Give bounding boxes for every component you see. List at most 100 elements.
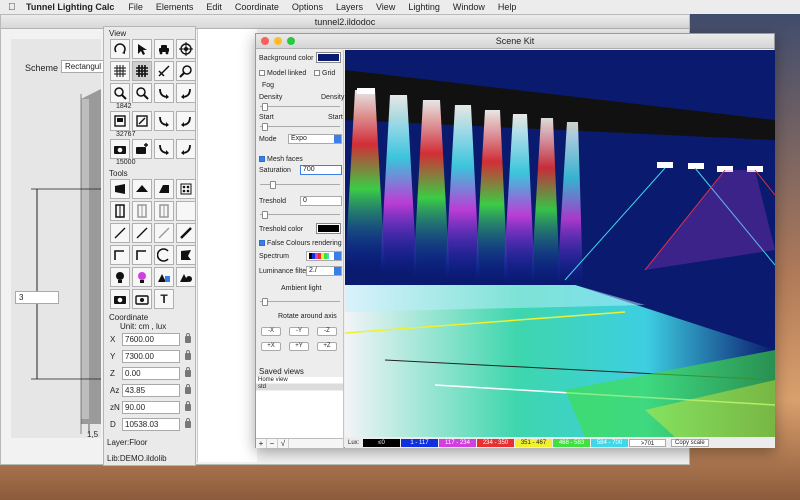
lock-icon[interactable]: [185, 418, 191, 428]
zoom-icon[interactable]: [287, 37, 295, 45]
luminaire-tool-button[interactable]: [110, 267, 130, 287]
app-name-menu[interactable]: Tunnel Lighting Calc: [26, 2, 114, 12]
section-drawing[interactable]: [11, 39, 101, 438]
treshold-color-well[interactable]: [316, 223, 341, 234]
rotate-minus-x-button[interactable]: -X: [261, 327, 281, 336]
menu-lighting[interactable]: Lighting: [408, 2, 440, 12]
blank-tool-button[interactable]: [176, 201, 196, 221]
camera-add-button[interactable]: [132, 139, 152, 159]
window-tool-button[interactable]: [132, 201, 152, 221]
camera-button[interactable]: [110, 139, 130, 159]
text-tool-button[interactable]: T: [154, 289, 174, 309]
density-slider[interactable]: [260, 103, 340, 111]
coord-field-az[interactable]: 43.85: [122, 384, 180, 397]
menu-window[interactable]: Window: [453, 2, 485, 12]
furniture-tool-button[interactable]: [176, 267, 196, 287]
luminaire-color-tool-button[interactable]: [132, 267, 152, 287]
rotate-plus-x-button[interactable]: +X: [261, 342, 281, 351]
lock-icon[interactable]: [185, 401, 191, 411]
zoom-out-button[interactable]: [132, 83, 152, 103]
menu-file[interactable]: File: [128, 2, 143, 12]
menu-view[interactable]: View: [376, 2, 395, 12]
dimension-input[interactable]: 3: [15, 291, 59, 304]
spectrum-select[interactable]: [306, 251, 342, 261]
array-tool-button[interactable]: [176, 179, 196, 199]
measure-button[interactable]: [154, 61, 174, 81]
lock-icon[interactable]: [185, 350, 191, 360]
snap-grid-button[interactable]: [132, 61, 152, 81]
rotate-view-button[interactable]: [110, 39, 130, 59]
opening-tool-button[interactable]: [154, 201, 174, 221]
minimize-icon[interactable]: [274, 37, 282, 45]
lock-icon[interactable]: [185, 367, 191, 377]
rotate-cw-button[interactable]: [154, 111, 174, 131]
redo-view-button[interactable]: [176, 83, 196, 103]
select-pointer-button[interactable]: [132, 39, 152, 59]
saved-views-list[interactable]: Home view std: [256, 377, 343, 438]
ambient-light-slider[interactable]: [260, 298, 340, 306]
menu-options[interactable]: Options: [292, 2, 323, 12]
roof-tool-button[interactable]: [132, 179, 152, 199]
arc-tool-button[interactable]: [154, 245, 174, 265]
rotate-plus-y-button[interactable]: +Y: [289, 342, 309, 351]
door-tool-button[interactable]: [110, 201, 130, 221]
saturation-slider[interactable]: [260, 181, 340, 189]
scene-3d-view[interactable]: [345, 50, 775, 437]
camera-path-tool-button[interactable]: [132, 289, 152, 309]
menu-layers[interactable]: Layers: [336, 2, 363, 12]
apple-icon[interactable]: : [8, 2, 22, 13]
menu-edit[interactable]: Edit: [206, 2, 222, 12]
treshold-slider[interactable]: [260, 211, 340, 219]
rotate-z-button[interactable]: [154, 139, 174, 159]
line-tool-button[interactable]: [110, 223, 130, 243]
lock-icon[interactable]: [185, 384, 191, 394]
corner-alt-tool-button[interactable]: [132, 245, 152, 265]
coord-field-d[interactable]: 10538.03: [122, 418, 180, 431]
coord-field-zn[interactable]: 90.00: [122, 401, 180, 414]
grid-button[interactable]: [110, 61, 130, 81]
remove-view-button[interactable]: −: [267, 439, 278, 448]
vehicle-view-button[interactable]: [154, 39, 174, 59]
menu-help[interactable]: Help: [498, 2, 517, 12]
rotate-z-back-button[interactable]: [176, 139, 196, 159]
menu-elements[interactable]: Elements: [156, 2, 194, 12]
coord-field-x[interactable]: 7600.00: [122, 333, 180, 346]
luminance-filter-select[interactable]: 2./: [306, 266, 342, 276]
close-icon[interactable]: [261, 37, 269, 45]
camera-tool-button[interactable]: [110, 289, 130, 309]
corner-tool-button[interactable]: [110, 245, 130, 265]
menu-coordinate[interactable]: Coordinate: [235, 2, 279, 12]
undo-view-button[interactable]: [154, 83, 174, 103]
mode-select[interactable]: Expo: [288, 134, 342, 144]
grid-checkbox[interactable]: Grid: [314, 70, 335, 77]
start-slider[interactable]: [260, 123, 340, 131]
pen-tool-button[interactable]: [176, 223, 196, 243]
page-button[interactable]: [110, 111, 130, 131]
rotate-minus-y-button[interactable]: -Y: [289, 327, 309, 336]
objects-tool-button[interactable]: [154, 267, 174, 287]
zoom-in-button[interactable]: [110, 83, 130, 103]
rotate-plus-z-button[interactable]: +Z: [317, 342, 337, 351]
scheme-select[interactable]: Rectangul: [61, 60, 109, 73]
surface-tool-button[interactable]: [154, 179, 174, 199]
wall-tool-button[interactable]: [110, 179, 130, 199]
zoom-window-button[interactable]: [176, 61, 196, 81]
treshold-field[interactable]: 0: [300, 196, 342, 206]
rotate-ccw-button[interactable]: [176, 111, 196, 131]
shape-tool-button[interactable]: [176, 245, 196, 265]
drawing-canvas[interactable]: [197, 29, 257, 462]
lock-icon[interactable]: [185, 333, 191, 343]
target-view-button[interactable]: [176, 39, 196, 59]
add-view-button[interactable]: +: [256, 439, 267, 448]
rotate-minus-z-button[interactable]: -Z: [317, 327, 337, 336]
apply-view-button[interactable]: √: [278, 439, 289, 448]
false-colours-checkbox[interactable]: False Colours rendering: [259, 240, 342, 247]
page-flip-button[interactable]: [132, 111, 152, 131]
mesh-faces-checkbox[interactable]: Mesh faces: [259, 156, 303, 163]
model-linked-checkbox[interactable]: Model linked: [259, 70, 306, 77]
saturation-field[interactable]: 700: [300, 165, 342, 175]
coord-field-z[interactable]: 0.00: [122, 367, 180, 380]
polyline-tool-button[interactable]: [132, 223, 152, 243]
background-color-well[interactable]: [316, 52, 341, 63]
copy-scale-button[interactable]: Copy scale: [671, 438, 709, 447]
